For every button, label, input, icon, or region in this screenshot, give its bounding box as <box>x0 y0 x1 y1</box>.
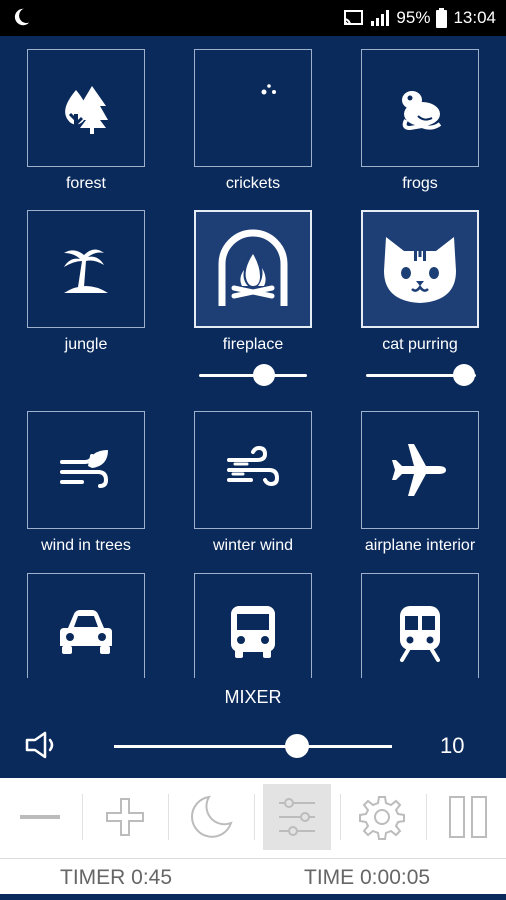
sound-tile-wind-in-trees[interactable] <box>27 411 145 529</box>
cat-icon <box>384 237 456 303</box>
car-icon <box>60 610 112 654</box>
elapsed-time-readout: TIME 0:00:05 <box>304 866 431 889</box>
slider-thumb[interactable] <box>253 364 275 386</box>
sound-tile-car[interactable] <box>27 573 145 678</box>
mixer-button[interactable] <box>263 784 331 850</box>
sound-grid: forest crickets frogs jungle fireplace c… <box>0 36 506 678</box>
toolbar-separator <box>340 794 341 840</box>
sound-tile-forest[interactable] <box>27 49 145 167</box>
signal-icon <box>371 10 390 26</box>
sound-label: frogs <box>402 175 438 192</box>
slider-thumb[interactable] <box>285 734 309 758</box>
toolbar <box>0 778 506 858</box>
footer: TIMER 0:45 TIME 0:00:05 <box>0 858 506 894</box>
trees-icon <box>65 86 108 134</box>
sound-tile-cat-purring[interactable] <box>361 210 479 328</box>
sound-tile-jungle[interactable] <box>27 210 145 328</box>
plus-icon <box>106 798 144 836</box>
sound-tile-train[interactable] <box>361 573 479 678</box>
cast-icon <box>344 10 364 26</box>
night-mode-icon <box>14 8 30 26</box>
sound-label: crickets <box>225 175 281 192</box>
moon-icon <box>191 795 233 838</box>
sound-label: cat purring <box>382 336 458 353</box>
sound-tile-fireplace[interactable] <box>194 210 312 328</box>
timer-readout: TIMER 0:45 <box>60 866 173 889</box>
minus-icon <box>20 815 60 819</box>
toolbar-separator <box>168 794 169 840</box>
slider-thumb[interactable] <box>453 364 475 386</box>
sound-tile-bus[interactable] <box>194 573 312 678</box>
sound-tile-frogs[interactable] <box>361 49 479 167</box>
clock: 13:04 <box>453 8 496 27</box>
slider-track <box>114 745 392 748</box>
gear-icon <box>359 796 405 840</box>
minus-button[interactable] <box>6 784 74 850</box>
battery-icon <box>436 8 448 28</box>
sound-label: airplane interior <box>364 537 476 554</box>
cat-purring-volume-slider[interactable] <box>366 363 476 387</box>
airplane-icon <box>392 444 446 496</box>
pause-button[interactable] <box>434 784 502 850</box>
sound-tile-winter-wind[interactable] <box>194 411 312 529</box>
bus-icon <box>231 606 275 658</box>
wind-leaf-icon <box>60 450 109 488</box>
sound-tile-airplane-interior[interactable] <box>361 411 479 529</box>
fireplace-icon <box>218 229 288 306</box>
toolbar-separator <box>82 794 83 840</box>
volume-icon[interactable] <box>24 730 60 760</box>
battery-percent: 95% <box>396 8 431 27</box>
frog-icon <box>402 91 442 131</box>
master-volume-slider[interactable] <box>114 733 392 759</box>
sleep-button[interactable] <box>177 784 245 850</box>
bottom-accent-bar <box>0 894 506 900</box>
moon-stars-icon <box>238 84 276 123</box>
status-right: 95% 13:04 <box>342 0 496 36</box>
train-icon <box>400 606 440 662</box>
sound-label: fireplace <box>222 336 284 353</box>
wind-icon <box>227 445 280 487</box>
plus-button[interactable] <box>91 784 159 850</box>
fireplace-volume-slider[interactable] <box>199 363 307 387</box>
toolbar-separator <box>426 794 427 840</box>
sound-tile-crickets[interactable] <box>194 49 312 167</box>
status-bar: 95% 13:04 <box>0 0 506 36</box>
master-volume-value: 10 <box>440 733 465 758</box>
sound-label: winter wind <box>212 537 294 554</box>
pause-icon <box>449 796 487 838</box>
mixer-sliders-icon <box>279 798 315 836</box>
toolbar-separator <box>254 794 255 840</box>
settings-button[interactable] <box>348 784 416 850</box>
sound-label: jungle <box>64 336 108 353</box>
mixer-title: MIXER <box>224 687 282 707</box>
palm-tree-icon <box>64 249 108 293</box>
sound-label: forest <box>65 175 106 192</box>
sound-label: wind in trees <box>41 537 131 554</box>
